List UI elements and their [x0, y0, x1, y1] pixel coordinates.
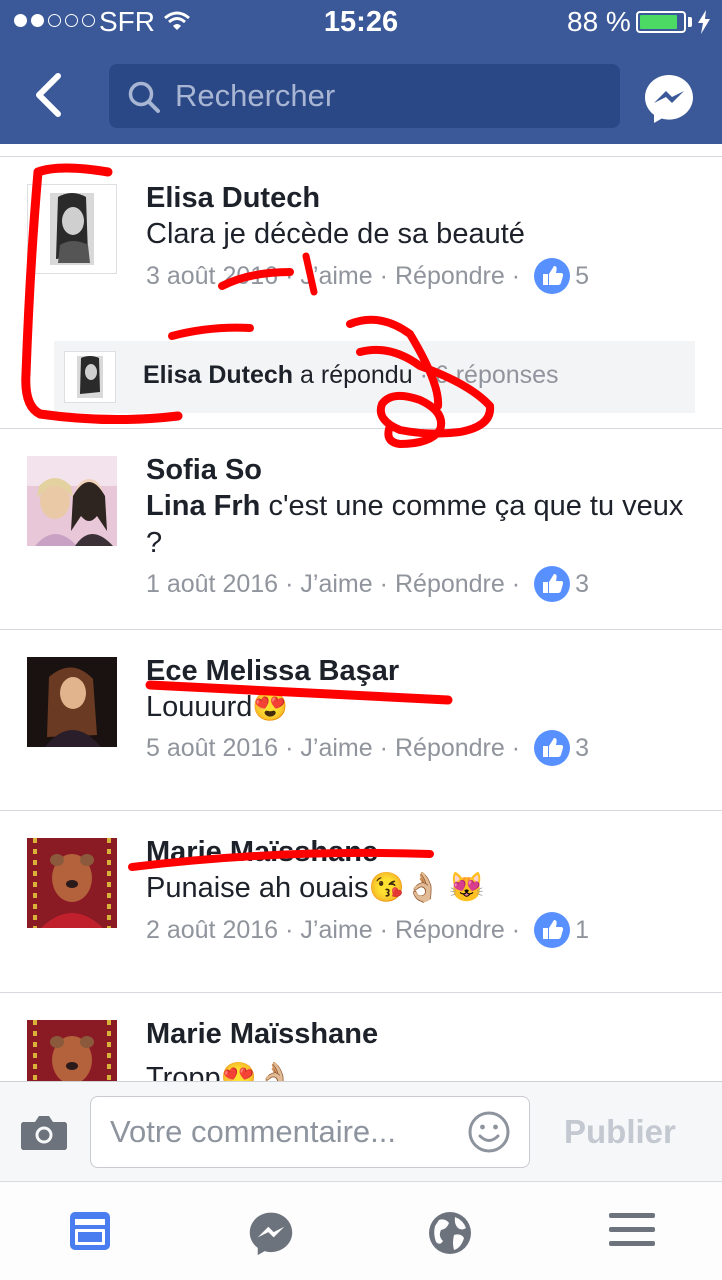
commenter-name[interactable]: Marie Maïsshane: [146, 836, 378, 869]
comment-composer: Votre commentaire... Publier: [0, 1081, 722, 1181]
avatar[interactable]: [27, 657, 117, 747]
thumbs-up-icon: [534, 730, 571, 766]
tab-bar: [0, 1181, 722, 1280]
like-count: 5: [575, 261, 590, 290]
messenger-tab-icon[interactable]: [247, 1210, 295, 1256]
avatar[interactable]: [27, 1020, 117, 1081]
like-link[interactable]: J’aime: [300, 916, 372, 945]
divider: [0, 629, 722, 630]
divider: [0, 428, 722, 429]
reply-author: Elisa Dutech: [143, 361, 294, 389]
avatar[interactable]: [27, 184, 117, 274]
smiley-icon[interactable]: [467, 1110, 511, 1154]
reply-link[interactable]: Répondre: [395, 916, 505, 945]
divider: [0, 992, 722, 993]
avatar[interactable]: [27, 838, 117, 928]
comment-meta: 3 août 2016 · J’aime · Répondre · 5: [146, 258, 589, 294]
commenter-name[interactable]: Sofia So: [146, 454, 262, 487]
comment-text: Clara je décède de sa beauté: [146, 218, 525, 250]
back-arrow-icon[interactable]: [26, 70, 76, 120]
comment-meta: 5 août 2016 · J’aime · Répondre · 3: [146, 730, 589, 766]
like-count: 3: [575, 569, 590, 598]
commenter-name[interactable]: Marie Maïsshane: [146, 1018, 378, 1051]
status-bar: SFR 15:26 88 %: [0, 0, 722, 46]
avatar: [64, 351, 116, 403]
comment-date: 3 août 2016: [146, 261, 279, 290]
menu-icon[interactable]: [609, 1210, 655, 1250]
replies-summary[interactable]: Elisa Dutech a répondu · 6 réponses: [54, 341, 695, 413]
comment-date: 2 août 2016: [146, 915, 279, 944]
comment-text: Lina Frh c'est une comme ça que tu veux …: [146, 488, 691, 562]
comment-text: Tropp😍👌🏼: [146, 1062, 293, 1081]
comment-date: 5 août 2016: [146, 733, 279, 762]
reply-link[interactable]: Répondre: [395, 262, 505, 291]
search-bar[interactable]: Rechercher: [109, 64, 620, 128]
thumbs-up-icon: [534, 258, 571, 294]
search-placeholder: Rechercher: [175, 78, 336, 113]
like-count: 3: [575, 733, 590, 762]
comment-placeholder: Votre commentaire...: [110, 1114, 397, 1149]
comment-text: Louuurd😍: [146, 691, 289, 723]
globe-icon[interactable]: [427, 1210, 473, 1256]
avatar[interactable]: [27, 456, 117, 546]
reply-summary-text: Elisa Dutech a répondu · 6 réponses: [143, 361, 559, 389]
commenter-name[interactable]: Ece Melissa Başar: [146, 655, 399, 688]
thumbs-up-icon: [534, 912, 571, 948]
comment-input[interactable]: Votre commentaire...: [90, 1096, 530, 1168]
battery-icon: [636, 11, 686, 33]
news-feed-icon[interactable]: [68, 1210, 112, 1252]
top-bar: SFR 15:26 88 % Rechercher: [0, 0, 722, 144]
like-link[interactable]: J’aime: [300, 570, 372, 599]
reply-link[interactable]: Répondre: [395, 734, 505, 763]
commenter-name[interactable]: Elisa Dutech: [146, 182, 320, 215]
divider: [0, 156, 722, 157]
publish-button[interactable]: Publier: [564, 1113, 676, 1151]
like-link[interactable]: J’aime: [300, 262, 372, 291]
thumbs-up-icon: [534, 566, 571, 602]
divider: [0, 810, 722, 811]
comment-text: Punaise ah ouais😘👌🏼 😻: [146, 872, 485, 904]
comment-list: Elisa Dutech Clara je décède de sa beaut…: [0, 144, 722, 1081]
reply-count: 6 réponses: [434, 361, 559, 389]
messenger-icon[interactable]: [643, 72, 695, 124]
battery-tip: [688, 17, 692, 27]
like-count: 1: [575, 915, 590, 944]
search-icon: [128, 81, 160, 113]
battery-percent: 88 %: [567, 6, 631, 37]
charging-bolt-icon: [698, 10, 710, 34]
tagged-user[interactable]: Lina Frh: [146, 490, 260, 522]
camera-icon[interactable]: [20, 1114, 68, 1152]
reply-action: a répondu: [300, 361, 413, 389]
comment-meta: 1 août 2016 · J’aime · Répondre · 3: [146, 566, 589, 602]
reply-link[interactable]: Répondre: [395, 570, 505, 599]
comment-meta: 2 août 2016 · J’aime · Répondre · 1: [146, 912, 589, 948]
like-link[interactable]: J’aime: [300, 734, 372, 763]
comment-date: 1 août 2016: [146, 569, 279, 598]
